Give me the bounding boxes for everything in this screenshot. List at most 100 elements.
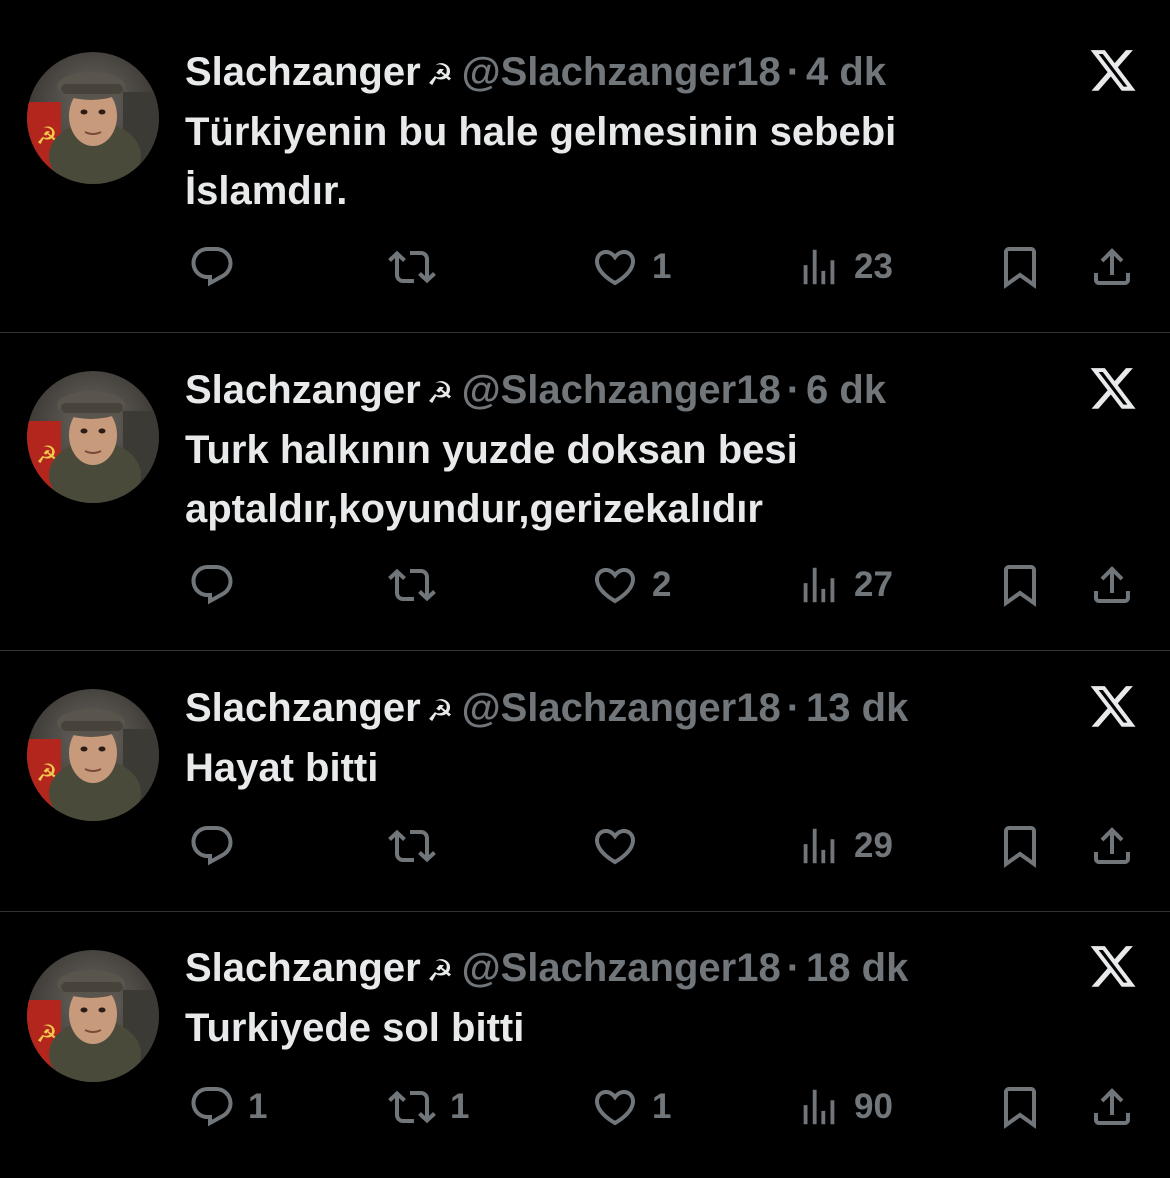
share-icon: [1088, 561, 1136, 609]
likes-count: 1: [652, 247, 672, 286]
repost-button[interactable]: [386, 240, 450, 294]
display-name[interactable]: Slachzanger: [185, 686, 421, 730]
views-button[interactable]: 27: [796, 558, 893, 612]
x-logo-icon: [1088, 368, 1138, 414]
avatar[interactable]: ☭: [27, 371, 159, 503]
reposts-count: 1: [450, 1087, 470, 1126]
user-handle[interactable]: @Slachzanger18: [462, 686, 781, 730]
repost-button[interactable]: [386, 558, 450, 612]
repost-icon: [386, 243, 438, 291]
tweet-text-line: Turk halkının yuzde doksan besi: [185, 428, 798, 472]
tweet-header: Slachzanger ☭ @Slachzanger18 · 6 dk: [185, 368, 886, 416]
reply-button[interactable]: [188, 558, 248, 612]
tweet-divider: [0, 650, 1170, 651]
bookmark-button[interactable]: [996, 558, 1044, 612]
hammer-sickle-icon: ☭: [426, 695, 454, 728]
repost-icon: [386, 1083, 438, 1131]
repost-button[interactable]: [386, 819, 450, 873]
x-logo-icon: [1088, 686, 1138, 732]
views-count: 90: [854, 1087, 893, 1126]
views-count: 29: [854, 826, 893, 865]
tweet-text-line: İslamdır.: [185, 169, 348, 213]
tweet-actions: 2 27: [0, 558, 1170, 612]
replies-count: 1: [248, 1087, 268, 1126]
x-logo-icon: [1088, 946, 1138, 992]
bookmark-button[interactable]: [996, 1080, 1044, 1134]
tweet-text-line: Turkiyede sol bitti: [185, 1006, 525, 1050]
heart-icon: [590, 822, 640, 870]
tweet-header: Slachzanger ☭ @Slachzanger18 · 4 dk: [185, 50, 886, 98]
separator-dot: ·: [786, 368, 801, 412]
user-handle[interactable]: @Slachzanger18: [462, 946, 781, 990]
tweet-text-line: aptaldır,koyundur,gerizekalıdır: [185, 487, 763, 531]
like-button[interactable]: 1: [590, 240, 671, 294]
tweet-actions: 29: [0, 819, 1170, 873]
reply-button[interactable]: [188, 240, 248, 294]
bookmark-icon: [996, 1083, 1044, 1131]
like-button[interactable]: [590, 819, 652, 873]
share-icon: [1088, 243, 1136, 291]
avatar[interactable]: ☭: [27, 52, 159, 184]
repost-icon: [386, 561, 438, 609]
views-button[interactable]: 90: [796, 1080, 893, 1134]
hammer-sickle-icon: ☭: [426, 377, 454, 410]
repost-icon: [386, 822, 438, 870]
tweet[interactable]: ☭ Slachzanger ☭ @Slachzanger18 · 4 dk Türkiyen…: [0, 0, 1170, 1178]
tweet[interactable]: ☭ Slachzanger ☭ @Slachzanger18 · 18 dk Turkiye…: [0, 0, 1170, 1178]
views-button[interactable]: 29: [796, 819, 893, 873]
tweet-actions: 1 23: [0, 240, 1170, 294]
avatar[interactable]: ☭: [27, 950, 159, 1082]
hammer-sickle-icon: ☭: [426, 955, 454, 988]
bookmark-button[interactable]: [996, 240, 1044, 294]
views-icon: [796, 822, 842, 870]
tweet-header: Slachzanger ☭ @Slachzanger18 · 18 dk: [185, 946, 908, 994]
share-button[interactable]: [1088, 240, 1136, 294]
user-handle[interactable]: @Slachzanger18: [462, 50, 781, 94]
tweet[interactable]: ☭ Slachzanger ☭ @Slachzanger18 · 6 dk Turk hal…: [0, 0, 1170, 1178]
reply-icon: [188, 1083, 236, 1131]
like-button[interactable]: 1: [590, 1080, 671, 1134]
tweet-text: Turk halkının yuzde doksan besi aptaldır,…: [185, 421, 1065, 539]
reply-icon: [188, 822, 236, 870]
tweet-text-line: Türkiyenin bu hale gelmesinin sebebi: [185, 110, 897, 154]
reply-button[interactable]: 1: [188, 1080, 267, 1134]
views-icon: [796, 1083, 842, 1131]
tweet-header: Slachzanger ☭ @Slachzanger18 · 13 dk: [185, 686, 908, 734]
views-count: 23: [854, 247, 893, 286]
share-button[interactable]: [1088, 558, 1136, 612]
tweet-text: Türkiyenin bu hale gelmesinin sebebi İsla…: [185, 103, 1065, 221]
heart-icon: [590, 561, 640, 609]
views-button[interactable]: 23: [796, 240, 893, 294]
repost-button[interactable]: 1: [386, 1080, 469, 1134]
tweet[interactable]: ☭ Slachzanger ☭ @Slachzanger18 · 13 dk Hayat b…: [0, 0, 1170, 1178]
share-button[interactable]: [1088, 819, 1136, 873]
user-handle[interactable]: @Slachzanger18: [462, 368, 781, 412]
bookmark-button[interactable]: [996, 819, 1044, 873]
avatar[interactable]: ☭: [27, 689, 159, 821]
display-name[interactable]: Slachzanger: [185, 946, 421, 990]
reply-button[interactable]: [188, 819, 248, 873]
tweet-divider: [0, 911, 1170, 912]
tweet-text: Turkiyede sol bitti: [185, 999, 1065, 1058]
tweet-actions: 1 1 1 90: [0, 1080, 1170, 1134]
reply-icon: [188, 243, 236, 291]
reply-icon: [188, 561, 236, 609]
display-name[interactable]: Slachzanger: [185, 368, 421, 412]
display-name[interactable]: Slachzanger: [185, 50, 421, 94]
like-button[interactable]: 2: [590, 558, 671, 612]
heart-icon: [590, 1083, 640, 1131]
views-icon: [796, 561, 842, 609]
hammer-sickle-icon: ☭: [426, 59, 454, 92]
share-button[interactable]: [1088, 1080, 1136, 1134]
bookmark-icon: [996, 822, 1044, 870]
timestamp[interactable]: 18 dk: [806, 946, 908, 990]
timestamp[interactable]: 4 dk: [806, 50, 886, 94]
tweet-divider: [0, 332, 1170, 333]
timestamp[interactable]: 6 dk: [806, 368, 886, 412]
timestamp[interactable]: 13 dk: [806, 686, 908, 730]
bookmark-icon: [996, 561, 1044, 609]
share-icon: [1088, 1083, 1136, 1131]
views-count: 27: [854, 565, 893, 604]
separator-dot: ·: [786, 946, 801, 990]
likes-count: 1: [652, 1087, 672, 1126]
